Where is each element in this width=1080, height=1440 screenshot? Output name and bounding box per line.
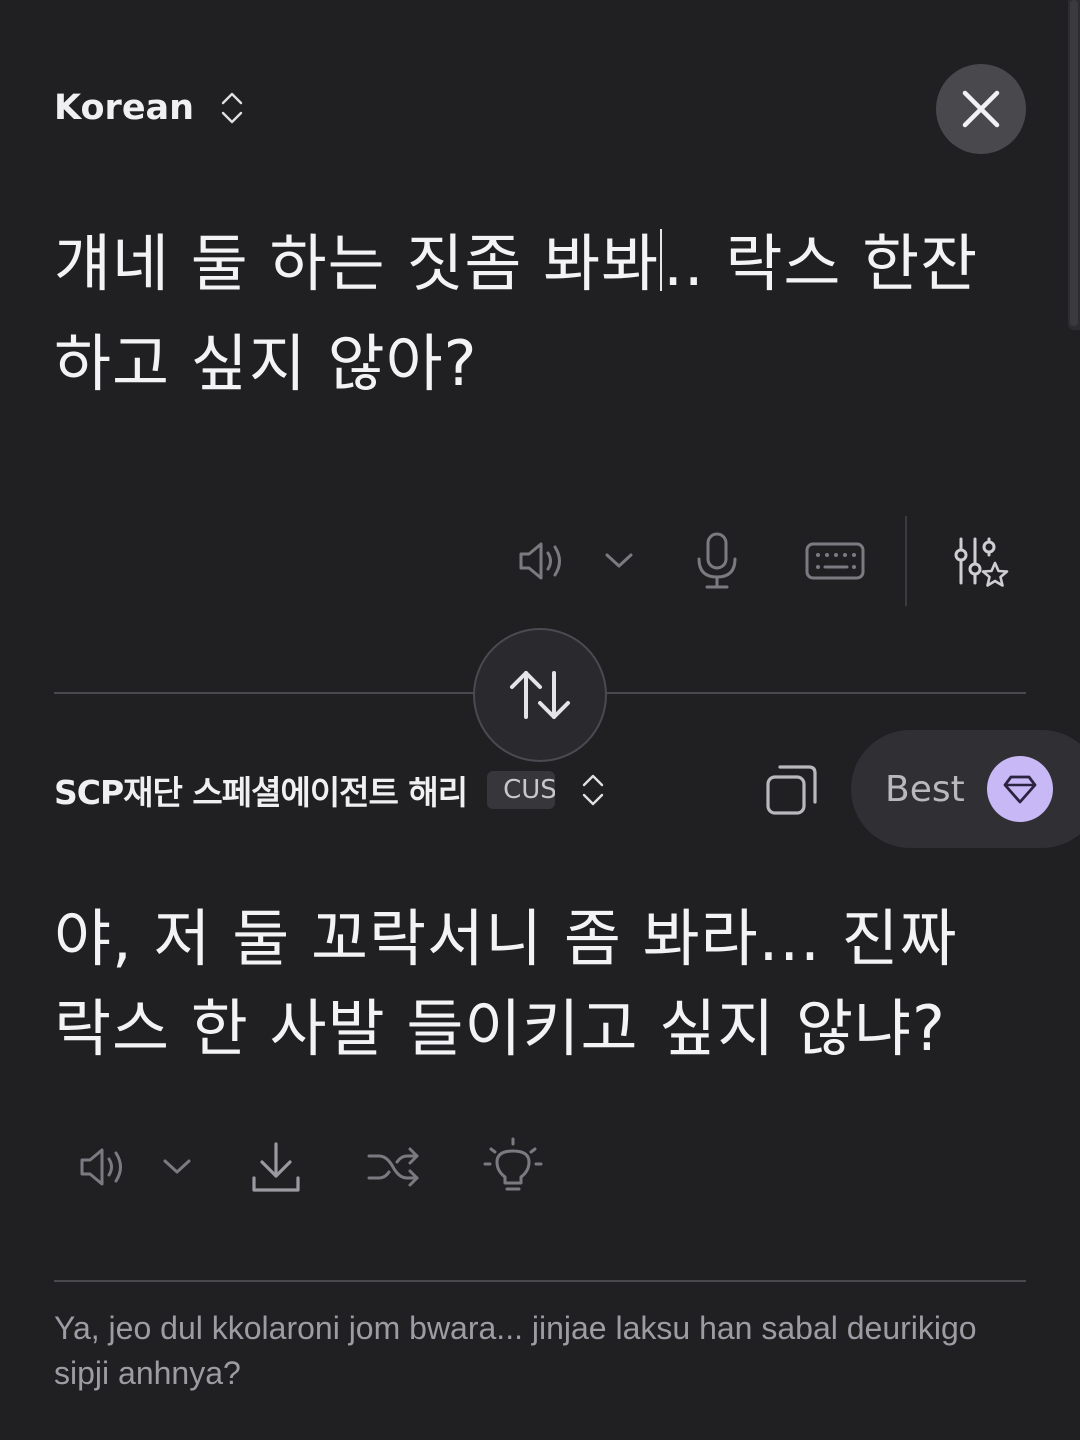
custom-badge: CUS — [487, 771, 556, 809]
target-voice-options-button[interactable] — [158, 1148, 196, 1186]
gem-icon — [1003, 775, 1037, 804]
scrollbar[interactable] — [1068, 0, 1080, 330]
copy-button[interactable] — [760, 758, 824, 822]
target-language-label: SCP재단 스페셜에이전트 해리 — [54, 773, 468, 812]
target-speak-button[interactable] — [74, 1142, 132, 1192]
close-icon — [962, 90, 1000, 128]
chevron-down-icon — [605, 553, 633, 568]
quality-label: Best — [885, 768, 965, 810]
text-caret — [660, 229, 663, 291]
gem-badge — [987, 756, 1053, 822]
romanization-divider — [54, 1280, 1026, 1282]
keyboard-button[interactable] — [804, 540, 866, 582]
target-language-selector[interactable]: SCP재단 스페셜에이전트 해리 CUS — [54, 764, 607, 816]
source-text-input[interactable]: 걔네 둘 하는 짓좀 봐봐.. 락스 한잔 하고 싶지 않아? — [54, 214, 1014, 414]
speaker-icon — [519, 542, 561, 580]
microphone-icon — [697, 532, 737, 589]
speaker-icon — [80, 1148, 122, 1186]
romanization-text: Ya, jeo dul kkolaroni jom bwara... jinja… — [54, 1310, 977, 1391]
shuffle-icon — [367, 1147, 419, 1187]
translator-page: Korean 걔네 둘 하는 짓좀 봐봐.. 락스 한잔 하고 싶지 않아? S… — [0, 0, 1080, 1440]
download-button[interactable] — [248, 1138, 304, 1196]
source-toolbar — [0, 516, 1080, 606]
source-text-before-caret: 걔네 둘 하는 짓좀 봐봐 — [54, 227, 660, 300]
target-toolbar — [0, 1130, 1080, 1204]
toolbar-divider — [905, 516, 907, 606]
chevron-down-icon — [163, 1159, 191, 1174]
sliders-star-icon — [954, 537, 1009, 587]
download-icon — [252, 1142, 300, 1192]
close-button[interactable] — [936, 64, 1026, 154]
source-speak-button[interactable] — [512, 536, 572, 586]
explain-button[interactable] — [482, 1136, 544, 1198]
source-language-label: Korean — [54, 88, 195, 128]
source-language-selector[interactable]: Korean — [54, 84, 246, 132]
lightbulb-icon — [483, 1137, 543, 1191]
up-down-chevron-icon — [581, 768, 607, 812]
swap-languages-button[interactable] — [473, 628, 607, 762]
microphone-button[interactable] — [690, 530, 744, 592]
quality-mode-button[interactable]: Best — [851, 730, 1080, 848]
translation-settings-button[interactable] — [950, 534, 1010, 594]
translated-text: 야, 저 둘 꼬락서니 좀 봐라... 진짜 락스 한 사발 들이키고 싶지 않… — [54, 902, 958, 1065]
voice-options-button[interactable] — [600, 542, 638, 580]
keyboard-icon — [805, 542, 865, 580]
up-down-chevron-icon — [220, 86, 246, 130]
alternatives-button[interactable] — [364, 1142, 424, 1192]
swap-arrows-icon — [510, 671, 570, 719]
copy-icon — [766, 765, 817, 815]
